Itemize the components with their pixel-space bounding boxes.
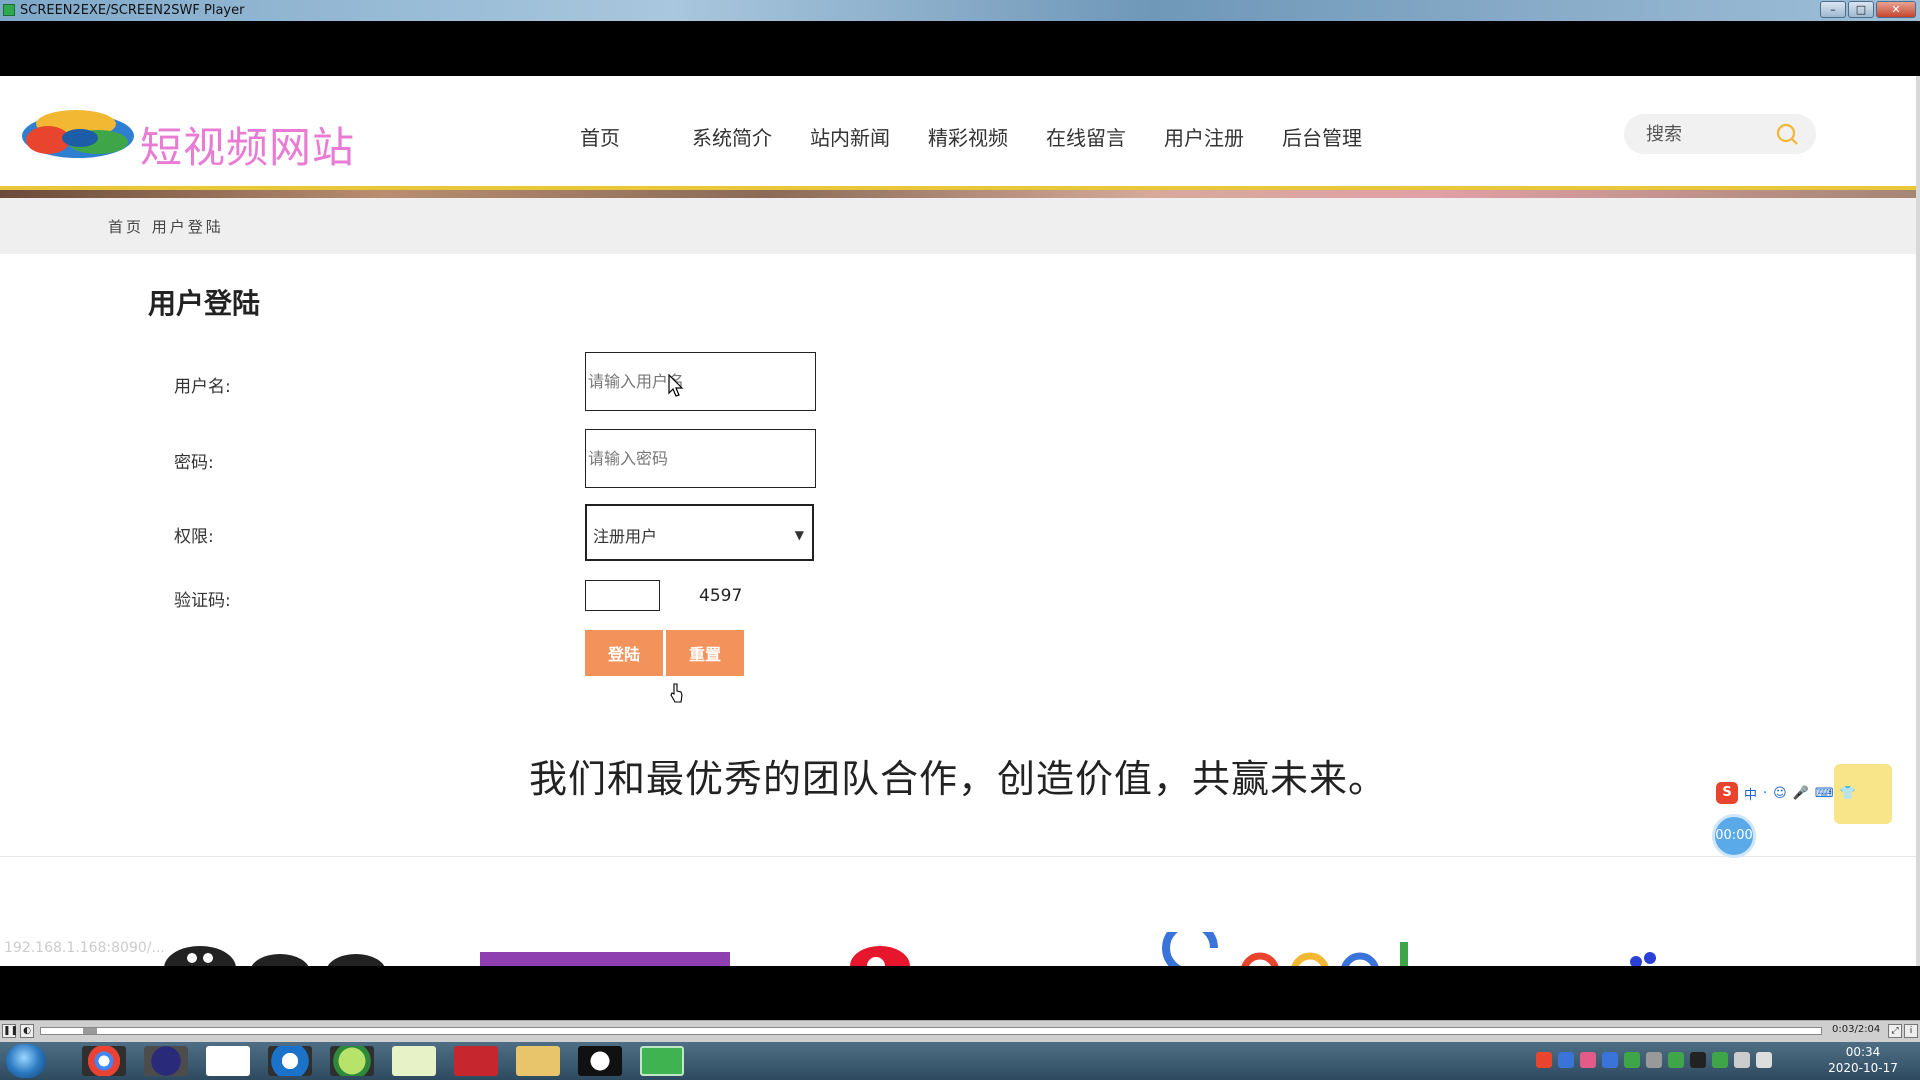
taskbar-player-icon[interactable] (640, 1046, 684, 1076)
fullscreen-icon[interactable]: ⤢ (1888, 1024, 1902, 1038)
clock-time: 00:34 (1845, 1045, 1881, 1059)
windows-taskbar: 00:34 2020-10-17 (0, 1042, 1920, 1080)
site-header: 短视频网站 首页 系统简介 站内新闻 精彩视频 在线留言 用户注册 后台管理 (0, 76, 1916, 186)
page-title: 用户登陆 (148, 287, 261, 320)
slogan: 我们和最优秀的团队合作，创造价值，共赢未来。 (0, 748, 1916, 803)
window-controls: – □ ✕ (1820, 1, 1916, 18)
chevron-down-icon: ▼ (794, 528, 804, 542)
taskbar-eclipse-icon[interactable] (144, 1046, 188, 1076)
playback-progress-track[interactable] (40, 1027, 1822, 1035)
partner-logo-yahoo-icon (480, 952, 730, 966)
rewind-icon[interactable]: ◐ (20, 1024, 34, 1038)
search-icon[interactable] (1776, 123, 1798, 145)
tray-flag-icon[interactable] (1756, 1052, 1772, 1068)
taskbar-browser-icon[interactable] (268, 1046, 312, 1076)
password-input[interactable] (585, 429, 816, 488)
partner-logo-qq-icon (164, 946, 385, 966)
tray-shield-icon[interactable] (1602, 1052, 1618, 1068)
tray-qq-icon[interactable] (1690, 1052, 1706, 1068)
tray-app-icon[interactable] (1580, 1052, 1596, 1068)
ime-emoji-icon[interactable]: ☺ (1773, 786, 1787, 801)
tray-monitor-icon[interactable] (1712, 1052, 1728, 1068)
role-select-value: 注册用户 (593, 527, 658, 546)
ime-mode-icon[interactable]: 中 (1744, 784, 1757, 803)
search-box (1624, 114, 1816, 154)
player-title-bar: SCREEN2EXE/SCREEN2SWF Player – □ ✕ (0, 0, 1920, 21)
player-control-bar: ❚❚ ◐ 0:03/2:04 ⤢ i (0, 1020, 1920, 1042)
nav-item-register[interactable]: 用户注册 (1164, 122, 1244, 151)
tray-wechat-icon[interactable] (1624, 1052, 1640, 1068)
recording-timer[interactable]: 00:00 (1712, 814, 1756, 858)
player-app-icon (3, 4, 15, 16)
taskbar-network-icon[interactable] (206, 1046, 250, 1076)
captcha-input[interactable] (585, 580, 660, 611)
header-banner-strip (0, 186, 1916, 198)
close-button[interactable]: ✕ (1876, 1, 1916, 18)
slogan-text: 我们和最优秀的团队合作，创造价值，共赢未来。 (528, 757, 1387, 801)
minimize-button[interactable]: – (1820, 1, 1846, 18)
nav-item-home[interactable]: 首页 (580, 122, 620, 151)
main-nav: 首页 系统简介 站内新闻 精彩视频 在线留言 用户注册 后台管理 (580, 122, 1400, 151)
start-button-icon[interactable] (6, 1044, 46, 1078)
taskbar-tool-icon[interactable] (330, 1046, 374, 1076)
captcha-code[interactable]: 4597 (699, 586, 742, 606)
hand-pointer-icon (670, 683, 683, 703)
ime-skin-icon[interactable]: 👕 (1840, 786, 1856, 801)
tray-battery-icon[interactable] (1668, 1052, 1684, 1068)
info-icon[interactable]: i (1904, 1024, 1918, 1038)
maximize-button[interactable]: □ (1848, 1, 1874, 18)
page-scrollbar[interactable] (1916, 76, 1920, 966)
taskbar-flash-icon[interactable] (454, 1046, 498, 1076)
ime-toolbar: S 中 · ☺ 🎤 ⌨ 👕 (1712, 778, 1920, 808)
ime-voice-icon[interactable]: 🎤 (1793, 786, 1809, 801)
taskbar-clock[interactable]: 00:34 2020-10-17 (1818, 1044, 1908, 1076)
captcha-label: 验证码: (174, 591, 231, 611)
tray-ime-icon[interactable] (1536, 1052, 1552, 1068)
tray-volume-icon[interactable] (1646, 1052, 1662, 1068)
nav-item-intro[interactable]: 系统简介 (692, 122, 772, 151)
nav-item-news[interactable]: 站内新闻 (810, 122, 890, 151)
status-url: 192.168.1.168:8090/... (4, 940, 165, 956)
clock-date: 2020-10-17 (1828, 1061, 1898, 1075)
pause-icon[interactable]: ❚❚ (2, 1024, 18, 1038)
partner-logos-strip (164, 932, 1656, 966)
tray-network-icon[interactable] (1558, 1052, 1574, 1068)
ime-punct-icon[interactable]: · (1763, 786, 1767, 801)
password-label: 密码: (174, 453, 214, 473)
nav-item-messages[interactable]: 在线留言 (1046, 122, 1126, 151)
nav-item-videos[interactable]: 精彩视频 (928, 122, 1008, 151)
breadcrumb-bar: 首页 用户登陆 (0, 198, 1916, 254)
search-input[interactable] (1646, 122, 1766, 146)
username-input[interactable] (585, 352, 816, 411)
username-label: 用户名: (174, 377, 231, 397)
system-tray (1536, 1052, 1772, 1068)
ime-keyboard-icon[interactable]: ⌨ (1815, 786, 1834, 801)
partner-logo-google-icon (1162, 932, 1408, 966)
role-select[interactable]: 注册用户 ▼ (585, 504, 814, 561)
browser-viewport: 短视频网站 首页 系统简介 站内新闻 精彩视频 在线留言 用户注册 后台管理 首… (0, 76, 1916, 966)
site-logo-icon[interactable] (18, 104, 138, 164)
partner-logo-baidu-icon (1630, 952, 1656, 966)
playback-progress-thumb[interactable] (83, 1028, 97, 1034)
footer-divider (0, 856, 1916, 857)
login-button[interactable]: 登陆 (585, 630, 663, 676)
partner-logo-weibo-icon (850, 946, 910, 966)
player-window-title: SCREEN2EXE/SCREEN2SWF Player (20, 3, 245, 18)
reset-button[interactable]: 重置 (666, 630, 744, 676)
taskbar-chrome-icon[interactable] (82, 1046, 126, 1076)
tray-speaker-icon[interactable] (1734, 1052, 1750, 1068)
nav-item-admin[interactable]: 后台管理 (1282, 122, 1362, 151)
sogou-ime-icon[interactable]: S (1716, 782, 1738, 804)
taskbar-editor-icon[interactable] (392, 1046, 436, 1076)
site-name[interactable]: 短视频网站 (140, 114, 355, 175)
role-label: 权限: (174, 527, 214, 547)
taskbar-folder-icon[interactable] (516, 1046, 560, 1076)
playback-time: 0:03/2:04 (1832, 1024, 1881, 1035)
breadcrumb: 首页 用户登陆 (108, 218, 224, 236)
taskbar-qq-icon[interactable] (578, 1046, 622, 1076)
mouse-pointer-icon (668, 374, 684, 397)
